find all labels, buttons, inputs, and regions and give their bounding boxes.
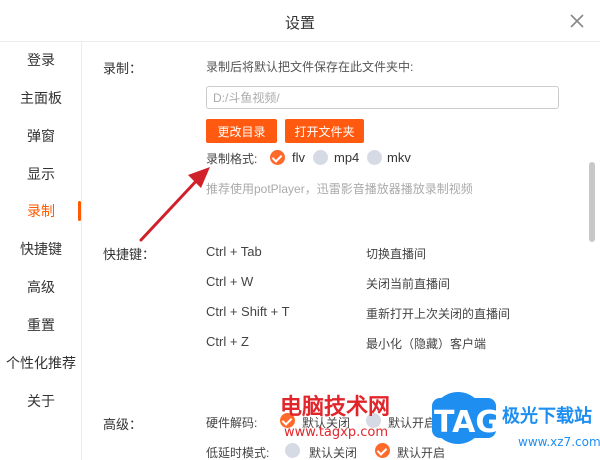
sidebar-item-hotkeys[interactable]: 快捷键	[0, 237, 82, 261]
hotkey-key: Ctrl + Shift + T	[206, 304, 290, 319]
player-recommendation-tip: 推荐使用potPlayer，迅雷影音播放器播放录制视频	[206, 182, 473, 196]
hotkey-action: 重新打开上次关闭的直播间	[366, 307, 511, 321]
sidebar-item-about[interactable]: 关于	[0, 389, 82, 413]
hw-decode-on-label: 默认开启	[388, 416, 437, 430]
advanced-section-label: 高级：	[103, 417, 143, 432]
sidebar-item-advanced[interactable]: 高级	[0, 275, 82, 299]
active-tab-indicator	[78, 201, 81, 221]
format-mp4-radio[interactable]	[313, 150, 328, 165]
hotkeys-section-label: 快捷键：	[103, 247, 156, 262]
sidebar-item-login[interactable]: 登录	[0, 48, 82, 72]
format-mkv-label: mkv	[387, 150, 411, 165]
change-directory-button[interactable]: 更改目录	[206, 119, 277, 143]
hotkey-action: 切换直播间	[366, 247, 427, 261]
sidebar-item-personalized[interactable]: 个性化推荐	[0, 351, 82, 375]
format-mp4-label: mp4	[334, 150, 360, 165]
format-flv-label: flv	[292, 150, 305, 165]
settings-sidebar: 登录 主面板 弹窗 显示 录制 快捷键 高级 重置 个性化推荐 关于	[0, 42, 82, 460]
settings-content: 录制： 录制后将默认把文件保存在此文件夹中: 更改目录 打开文件夹 录制格式: …	[83, 43, 600, 460]
hotkey-key: Ctrl + Tab	[206, 244, 262, 259]
open-folder-button[interactable]: 打开文件夹	[285, 119, 364, 143]
format-mkv-radio[interactable]	[367, 150, 382, 165]
hw-decode-off-radio[interactable]	[280, 413, 295, 428]
hotkey-action: 最小化（隐藏）客户端	[366, 337, 487, 351]
record-save-hint: 录制后将默认把文件保存在此文件夹中:	[206, 60, 414, 74]
sidebar-item-reset[interactable]: 重置	[0, 313, 82, 337]
low-latency-on-radio[interactable]	[375, 443, 390, 458]
sidebar-item-popup[interactable]: 弹窗	[0, 124, 82, 148]
title-bar: 设置	[0, 0, 600, 42]
hotkey-action: 关闭当前直播间	[366, 277, 451, 291]
low-latency-off-label: 默认关闭	[309, 446, 358, 460]
sidebar-item-main-panel[interactable]: 主面板	[0, 86, 82, 110]
record-format-label: 录制格式:	[206, 152, 258, 166]
sidebar-item-display[interactable]: 显示	[0, 162, 82, 186]
content-scrollbar[interactable]	[589, 162, 595, 242]
window-title: 设置	[284, 15, 315, 32]
low-latency-label: 低延时模式:	[206, 446, 270, 460]
record-section-label: 录制：	[103, 61, 143, 76]
hw-decode-on-radio[interactable]	[366, 413, 381, 428]
low-latency-on-label: 默认开启	[397, 446, 446, 460]
sidebar-item-record[interactable]: 录制	[0, 199, 82, 223]
hw-decode-off-label: 默认关闭	[302, 416, 351, 430]
record-path-input[interactable]	[206, 86, 559, 109]
format-flv-radio[interactable]	[270, 150, 285, 165]
hw-decode-label: 硬件解码:	[206, 416, 258, 430]
hotkey-key: Ctrl + Z	[206, 334, 249, 349]
hotkey-key: Ctrl + W	[206, 274, 254, 289]
low-latency-off-radio[interactable]	[285, 443, 300, 458]
close-icon[interactable]	[568, 12, 586, 30]
